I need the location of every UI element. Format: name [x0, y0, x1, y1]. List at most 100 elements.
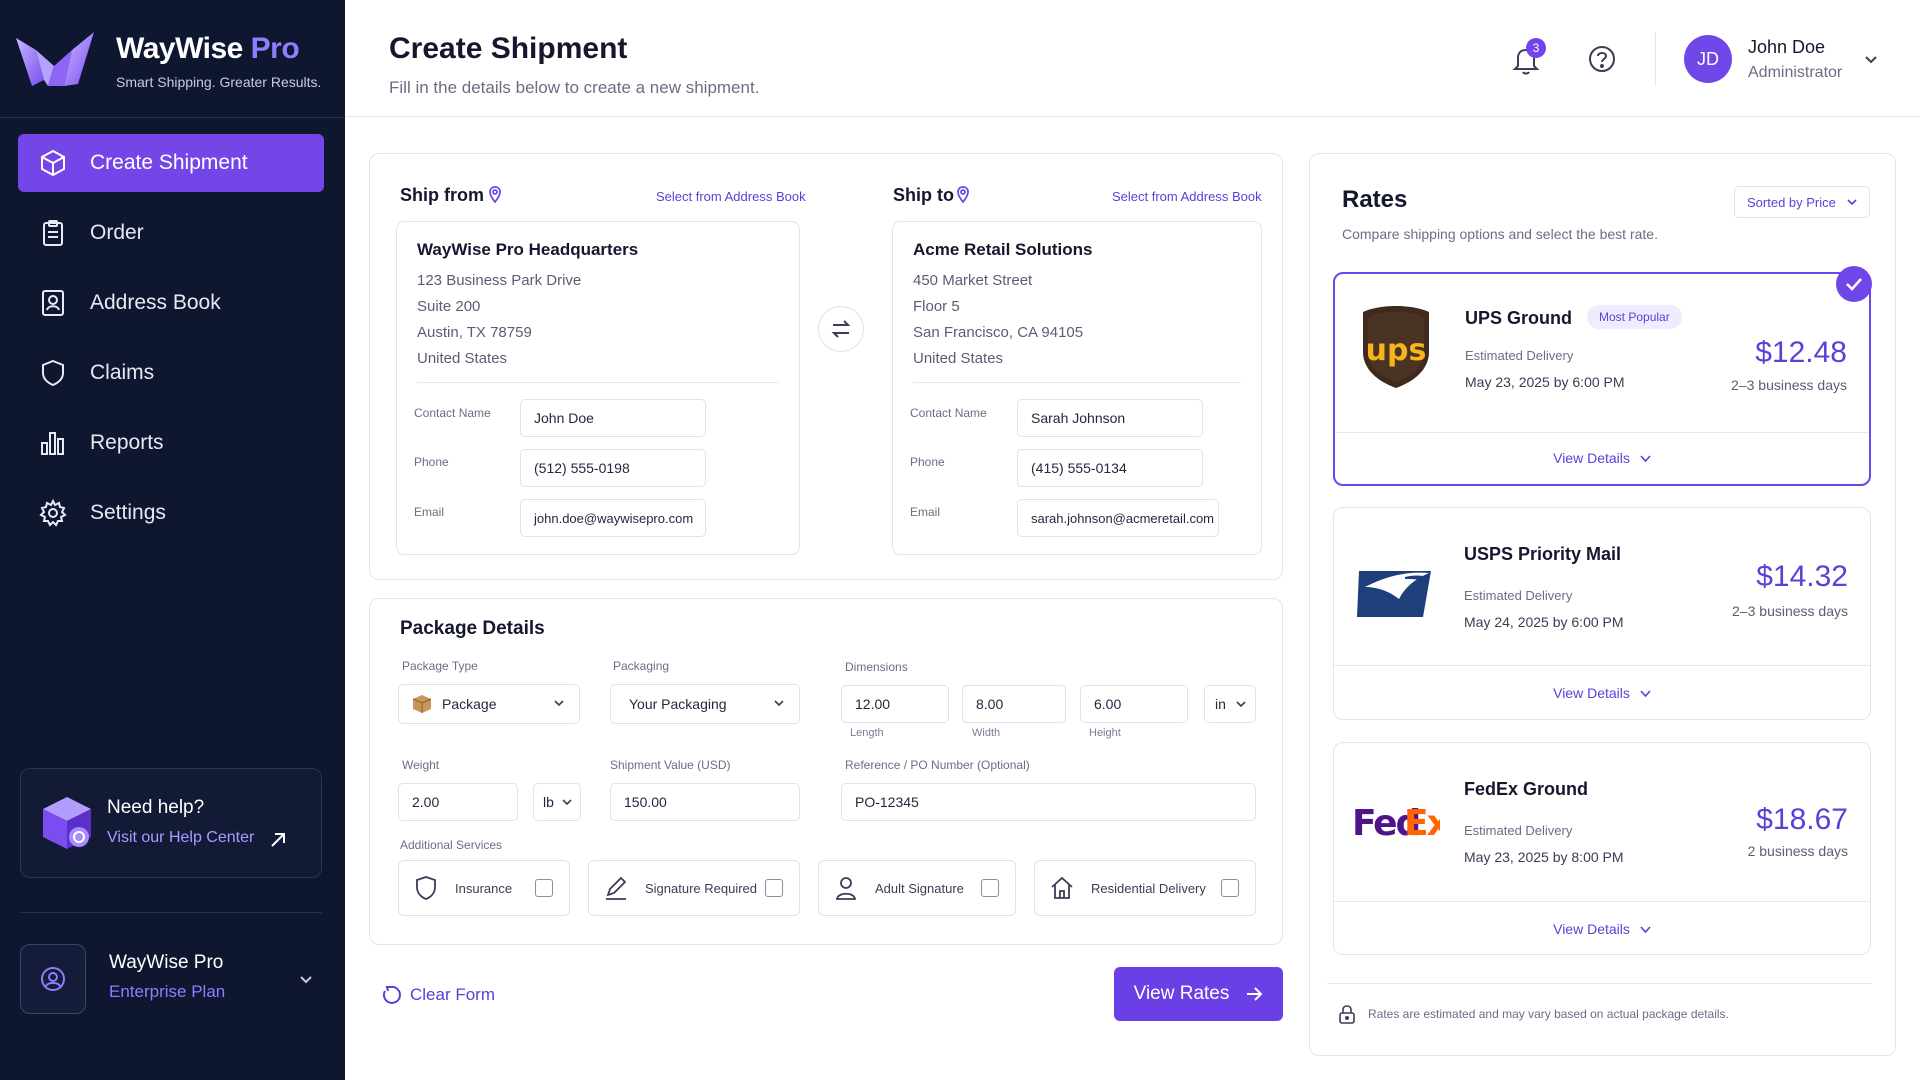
lock-icon: [1339, 1005, 1355, 1024]
package-box-icon: [412, 695, 432, 713]
service-insurance[interactable]: Insurance: [398, 860, 570, 916]
view-rates-label: View Rates: [1133, 983, 1230, 1004]
plan-switcher[interactable]: WayWise Pro Enterprise Plan: [20, 944, 325, 1014]
help-title: Need help?: [107, 797, 205, 818]
sidebar-item-create-shipment[interactable]: Create Shipment: [18, 134, 324, 192]
box-icon: [41, 149, 65, 177]
fedex-logo-icon: Fed Ex: [1352, 803, 1440, 844]
view-rates-button[interactable]: View Rates: [1114, 967, 1283, 1021]
ship-to-phone-input[interactable]: (415) 555-0134: [1017, 449, 1203, 487]
shield-icon: [416, 876, 436, 900]
rate-option-fedex[interactable]: Fed Ex FedEx Ground Estimated Delivery M…: [1333, 742, 1871, 955]
height-input[interactable]: 6.00: [1080, 685, 1188, 723]
sidebar-divider: [20, 912, 322, 913]
user-name[interactable]: John Doe: [1748, 37, 1825, 58]
sidebar-item-settings[interactable]: Settings: [18, 484, 324, 542]
sort-dropdown[interactable]: Sorted by Price: [1734, 186, 1870, 218]
swap-addresses-button[interactable]: [818, 306, 864, 352]
adult-signature-checkbox[interactable]: [981, 879, 999, 897]
dimension-unit-select[interactable]: in: [1204, 685, 1256, 723]
rate-price: $14.32: [1756, 560, 1848, 593]
rates-title: Rates: [1342, 186, 1408, 213]
brand[interactable]: WayWise Pro Smart Shipping. Greater Resu…: [14, 30, 321, 92]
swap-arrows-icon: [831, 320, 851, 338]
service-residential-delivery[interactable]: Residential Delivery: [1034, 860, 1256, 916]
chevron-down-icon: [554, 700, 564, 707]
divider: [1334, 665, 1870, 666]
service-adult-signature[interactable]: Adult Signature: [818, 860, 1016, 916]
view-details-link[interactable]: View Details: [1334, 685, 1870, 701]
dimensions-label: Dimensions: [845, 660, 908, 674]
residential-delivery-checkbox[interactable]: [1221, 879, 1239, 897]
weight-input[interactable]: 2.00: [398, 783, 518, 821]
view-details-link[interactable]: View Details: [1334, 921, 1870, 937]
reference-input[interactable]: PO-12345: [841, 783, 1256, 821]
width-label: Width: [972, 727, 1001, 739]
sort-label: Sorted by Price: [1747, 194, 1836, 210]
rate-option-ups[interactable]: ups UPS Ground Most Popular Estimated De…: [1333, 272, 1871, 486]
ship-to-contact-input[interactable]: Sarah Johnson: [1017, 399, 1203, 437]
estimated-delivery-date: May 23, 2025 by 6:00 PM: [1465, 374, 1625, 390]
address-line: Suite 200: [417, 298, 481, 315]
chevron-down-icon[interactable]: [1863, 54, 1879, 66]
length-input[interactable]: 12.00: [841, 685, 949, 723]
svg-text:ups: ups: [1366, 333, 1427, 368]
plan-name: WayWise Pro: [109, 952, 224, 973]
width-input[interactable]: 8.00: [962, 685, 1066, 723]
divider: [417, 382, 779, 383]
usps-logo: [1350, 544, 1440, 634]
ups-logo: ups: [1351, 302, 1441, 392]
reference-label: Reference / PO Number (Optional): [845, 758, 1030, 772]
email-label: Email: [910, 505, 941, 519]
insurance-checkbox[interactable]: [535, 879, 553, 897]
sidebar-item-reports[interactable]: Reports: [18, 414, 324, 472]
sidebar-item-label: Claims: [90, 361, 155, 384]
sidebar-nav: Create Shipment Order Address Book Claim…: [18, 134, 324, 554]
estimated-delivery-label: Estimated Delivery: [1464, 588, 1573, 603]
service-signature-required[interactable]: Signature Required: [588, 860, 800, 916]
sidebar-item-address-book[interactable]: Address Book: [18, 274, 324, 332]
shipment-value-input[interactable]: 150.00: [610, 783, 800, 821]
package-type-select[interactable]: Package: [398, 684, 580, 724]
sidebar-item-order[interactable]: Order: [18, 204, 324, 262]
transit-days: 2 business days: [1747, 843, 1848, 859]
divider: [913, 382, 1241, 383]
clear-form-button[interactable]: Clear Form: [380, 984, 495, 1006]
ship-from-contact-input[interactable]: John Doe: [520, 399, 706, 437]
view-details-link[interactable]: View Details: [1335, 450, 1869, 466]
arrow-right-icon: [1247, 987, 1263, 1001]
plan-icon: [20, 944, 86, 1014]
packaging-select[interactable]: Your Packaging: [610, 684, 800, 724]
address-line: Floor 5: [913, 298, 960, 315]
additional-services-label: Additional Services: [400, 838, 503, 852]
shield-icon: [42, 359, 64, 387]
chevron-down-icon[interactable]: [298, 974, 314, 986]
estimated-delivery-label: Estimated Delivery: [1464, 823, 1573, 838]
ship-from-email-input[interactable]: john.doe@waywisepro.com: [520, 499, 706, 537]
rates-subtitle: Compare shipping options and select the …: [1342, 226, 1658, 242]
avatar[interactable]: JD: [1684, 35, 1732, 83]
rate-option-usps[interactable]: USPS Priority Mail Estimated Delivery Ma…: [1333, 507, 1871, 720]
external-arrow-icon[interactable]: [267, 829, 289, 851]
help-card[interactable]: Need help? Visit our Help Center: [20, 768, 322, 878]
ups-logo-icon: ups: [1363, 306, 1429, 388]
chevron-down-icon: [1640, 690, 1651, 698]
address-line: 450 Market Street: [913, 272, 1033, 289]
chevron-down-icon: [562, 799, 572, 806]
ship-from-phone-input[interactable]: (512) 555-0198: [520, 449, 706, 487]
height-label: Height: [1089, 727, 1121, 739]
package-details-title: Package Details: [400, 618, 545, 639]
help-center-link[interactable]: Visit our Help Center: [107, 829, 254, 847]
divider: [1327, 983, 1872, 984]
signature-required-checkbox[interactable]: [765, 879, 783, 897]
ship-from-address-book-link[interactable]: Select from Address Book: [656, 189, 806, 204]
ship-to-address-book-link[interactable]: Select from Address Book: [1112, 189, 1262, 204]
contact-book-icon: [42, 290, 64, 316]
weight-unit-select[interactable]: lb: [533, 783, 581, 821]
ship-to-email-input[interactable]: sarah.johnson@acmeretail.com: [1017, 499, 1219, 537]
service-label: Signature Required: [645, 880, 758, 896]
ship-from-address-box: WayWise Pro Headquarters 123 Business Pa…: [396, 221, 800, 555]
help-circle-icon[interactable]: [1587, 44, 1617, 74]
sidebar-item-claims[interactable]: Claims: [18, 344, 324, 402]
header-divider: [1655, 32, 1656, 86]
